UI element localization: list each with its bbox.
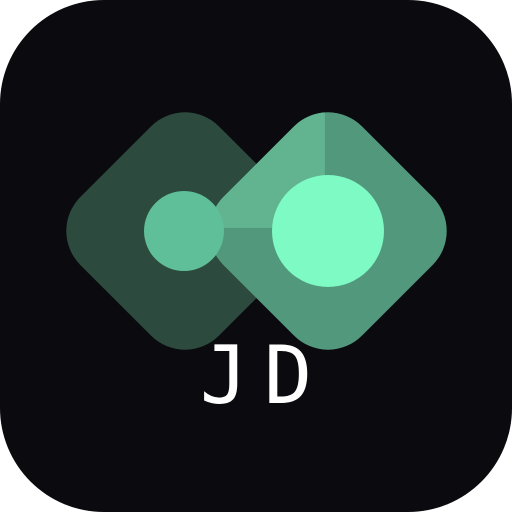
large-dot-shape bbox=[272, 175, 384, 287]
small-dot-shape bbox=[144, 191, 224, 271]
monogram-text: JD bbox=[199, 329, 329, 422]
app-icon[interactable]: JD bbox=[0, 0, 512, 512]
app-icon-artwork bbox=[0, 0, 512, 512]
